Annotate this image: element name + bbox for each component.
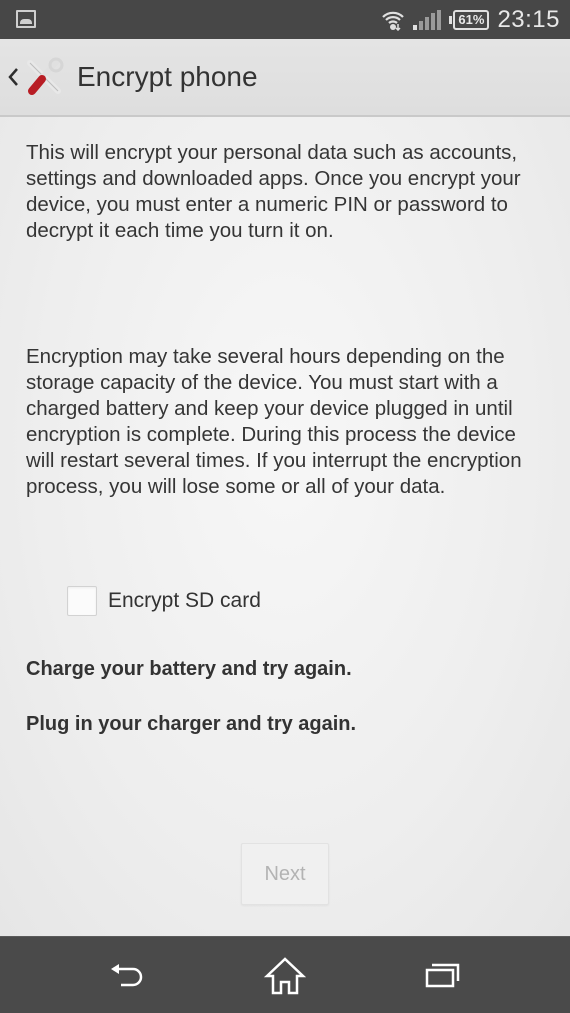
nav-back-button[interactable] xyxy=(104,955,154,997)
encrypt-sd-card-label: Encrypt SD card xyxy=(108,589,261,612)
home-icon xyxy=(263,957,307,995)
chevron-left-icon[interactable] xyxy=(6,65,20,89)
nav-recents-button[interactable] xyxy=(418,955,468,997)
next-button[interactable]: Next xyxy=(241,843,329,905)
encryption-warning-description: Encryption may take several hours depend… xyxy=(26,345,522,498)
encrypt-sd-card-option[interactable]: Encrypt SD card xyxy=(67,586,261,616)
encrypt-phone-screen: Encrypt phone This will encrypt your per… xyxy=(0,39,570,936)
back-icon xyxy=(111,964,143,987)
page-title: Encrypt phone xyxy=(77,61,258,92)
tools-icon[interactable] xyxy=(24,57,66,99)
action-bar: Encrypt phone xyxy=(0,39,570,117)
image-notification-icon xyxy=(16,10,36,28)
charge-battery-message: Charge your battery and try again. xyxy=(26,658,352,680)
battery-indicator: 61% xyxy=(449,9,490,30)
battery-level: 61% xyxy=(458,12,485,27)
recents-icon xyxy=(425,963,460,988)
encrypt-sd-card-checkbox[interactable] xyxy=(67,586,97,616)
wifi-icon xyxy=(382,11,405,31)
clock: 23:15 xyxy=(497,5,560,33)
encryption-description: This will encrypt your personal data suc… xyxy=(26,141,521,242)
signal-icon xyxy=(413,9,442,30)
nav-home-button[interactable] xyxy=(260,955,310,997)
plug-charger-message: Plug in your charger and try again. xyxy=(26,713,357,735)
status-bar: 61% 23:15 xyxy=(0,0,570,39)
navigation-bar xyxy=(0,936,570,1013)
